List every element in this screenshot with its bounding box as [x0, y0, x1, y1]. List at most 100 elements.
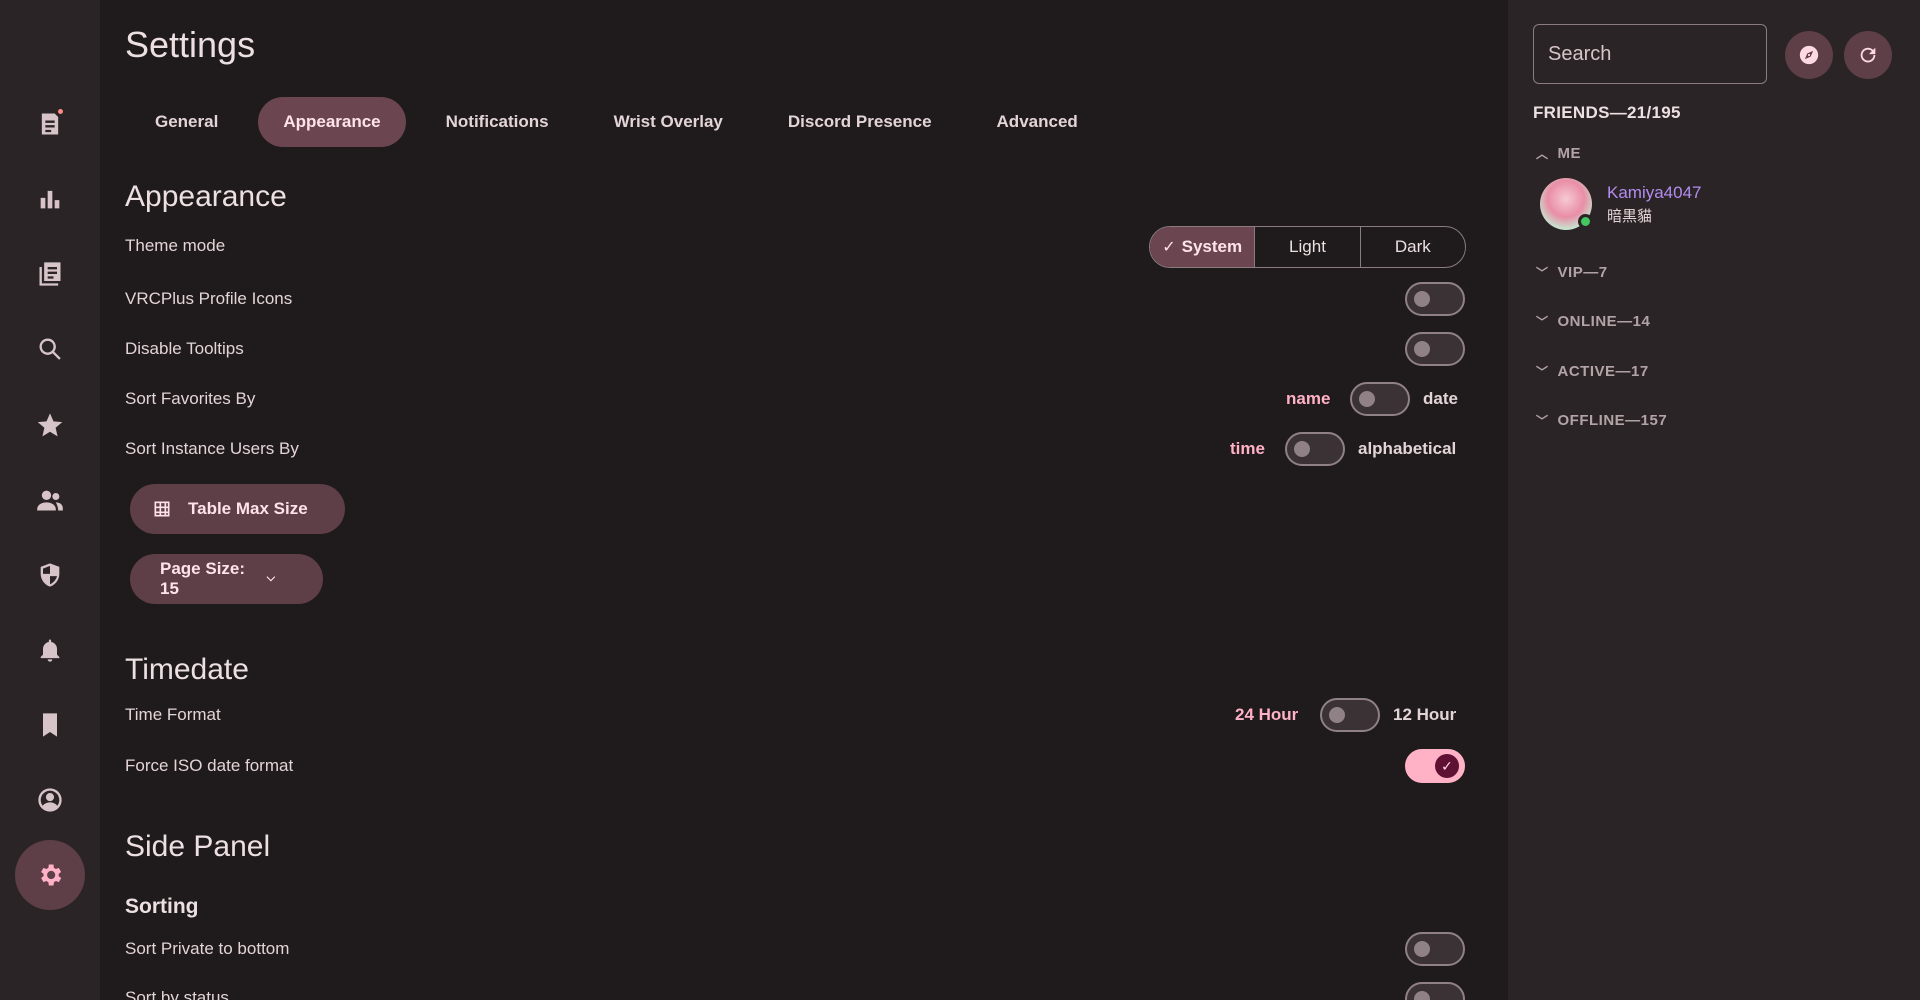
online-status-dot — [1578, 214, 1593, 229]
refresh-icon — [1860, 47, 1876, 63]
sort-instance-users-label: Sort Instance Users By — [125, 439, 299, 458]
group-active[interactable]: ﹀ ACTIVE—17 — [1536, 363, 1649, 380]
theme-option-dark[interactable]: Dark — [1361, 227, 1465, 267]
switch-knob — [1329, 707, 1345, 723]
sort-favorites-option-date: date — [1423, 389, 1458, 408]
friends-count-header: FRIENDS—21/195 — [1533, 103, 1681, 122]
app-window: Settings General Appearance Notification… — [0, 0, 1920, 1000]
sort-favorites-option-name: name — [1286, 389, 1331, 408]
shield-icon — [40, 563, 60, 587]
tab-wrist-overlay[interactable]: Wrist Overlay — [589, 97, 748, 147]
switch-knob — [1414, 991, 1430, 1000]
sort-instance-option-time: time — [1230, 439, 1265, 458]
nav-feed[interactable] — [15, 89, 85, 159]
chevron-down-icon — [266, 576, 276, 582]
disable-tooltips-label: Disable Tooltips — [125, 339, 244, 358]
group-online[interactable]: ﹀ ONLINE—14 — [1536, 313, 1650, 330]
sort-by-status-label: Sort by status — [125, 988, 229, 1000]
sort-by-status-switch[interactable] — [1405, 982, 1465, 1000]
friend-status-text: 暗黒貓 — [1607, 207, 1653, 225]
star-icon — [37, 413, 63, 437]
force-iso-label: Force ISO date format — [125, 756, 294, 775]
table-max-size-button[interactable]: Table Max Size — [130, 484, 345, 534]
theme-mode-segmented: ✓ System Light Dark — [1149, 226, 1466, 268]
bell-icon — [40, 639, 60, 662]
appearance-heading: Appearance — [125, 180, 287, 213]
friends-panel: FRIENDS—21/195 ︿ ME Kamiya4047 暗黒貓 ﹀ VIP… — [1508, 0, 1920, 1000]
sort-private-bottom-switch[interactable] — [1405, 932, 1465, 966]
nav-favorites[interactable] — [15, 390, 85, 460]
group-me-label: ME — [1557, 145, 1582, 162]
sort-instance-users-switch[interactable] — [1285, 432, 1345, 466]
switch-knob: ✓ — [1435, 754, 1459, 778]
force-iso-switch[interactable]: ✓ — [1405, 749, 1465, 783]
settings-tabs: General Appearance Notifications Wrist O… — [130, 97, 1118, 147]
tab-discord-presence[interactable]: Discord Presence — [763, 97, 957, 147]
time-format-option-12: 12 Hour — [1393, 705, 1457, 724]
vrcplus-icons-label: VRCPlus Profile Icons — [125, 289, 293, 308]
theme-option-system[interactable]: ✓ System — [1150, 227, 1256, 267]
table-max-size-label: Table Max Size — [188, 499, 308, 518]
disable-tooltips-switch[interactable] — [1405, 332, 1465, 366]
group-active-label: ACTIVE—17 — [1557, 363, 1649, 380]
table-icon — [154, 501, 170, 517]
theme-option-system-label: System — [1181, 237, 1243, 256]
gamelog-icon — [39, 262, 61, 286]
side-panel-heading: Side Panel — [125, 830, 271, 863]
nav-friends[interactable] — [15, 465, 85, 535]
time-format-option-24: 24 Hour — [1235, 705, 1299, 724]
sort-favorites-switch[interactable] — [1350, 382, 1410, 416]
nav-charts[interactable] — [15, 164, 85, 234]
check-icon: ✓ — [1441, 758, 1453, 774]
sorting-subheading: Sorting — [125, 895, 199, 918]
time-format-label: Time Format — [125, 705, 221, 724]
switch-knob — [1414, 341, 1430, 357]
search-icon — [39, 338, 61, 360]
friend-item-me[interactable]: Kamiya4047 暗黒貓 — [1540, 178, 1702, 230]
time-format-switch[interactable] — [1320, 698, 1380, 732]
check-icon: ✓ — [1162, 239, 1176, 256]
theme-option-light[interactable]: Light — [1255, 227, 1361, 267]
tab-appearance[interactable]: Appearance — [258, 97, 406, 147]
theme-mode-label: Theme mode — [125, 236, 226, 255]
page-size-label: Page Size: 15 — [160, 559, 246, 598]
group-offline[interactable]: ﹀ OFFLINE—157 — [1536, 412, 1667, 429]
nav-rail — [0, 0, 100, 1000]
chevron-down-icon: ﹀ — [1536, 315, 1549, 329]
notification-dot — [56, 107, 65, 116]
group-online-label: ONLINE—14 — [1557, 313, 1651, 330]
compass-icon — [1799, 45, 1819, 65]
gear-icon — [41, 864, 62, 886]
sort-favorites-label: Sort Favorites By — [125, 389, 256, 408]
tab-advanced[interactable]: Advanced — [972, 97, 1103, 147]
nav-moderation[interactable] — [15, 540, 85, 610]
chevron-down-icon: ﹀ — [1536, 266, 1549, 280]
group-me[interactable]: ︿ ME — [1536, 145, 1581, 162]
switch-knob — [1414, 291, 1430, 307]
sort-private-bottom-label: Sort Private to bottom — [125, 939, 290, 958]
nav-bookmarks[interactable] — [15, 690, 85, 760]
vrcplus-icons-switch[interactable] — [1405, 282, 1465, 316]
friends-search-input[interactable] — [1533, 24, 1767, 84]
chevron-up-icon: ︿ — [1536, 147, 1549, 161]
nav-search[interactable] — [15, 314, 85, 384]
settings-main: Settings General Appearance Notification… — [100, 0, 1508, 1000]
chevron-down-icon: ﹀ — [1536, 414, 1549, 428]
nav-settings[interactable] — [15, 840, 85, 910]
sort-instance-option-alphabetical: alphabetical — [1358, 439, 1457, 458]
profile-icon — [38, 788, 62, 812]
nav-profile[interactable] — [15, 765, 85, 835]
group-vip[interactable]: ﹀ VIP—7 — [1536, 264, 1608, 281]
tab-general[interactable]: General — [130, 97, 243, 147]
switch-knob — [1294, 441, 1310, 457]
group-offline-label: OFFLINE—157 — [1557, 412, 1668, 429]
avatar — [1540, 178, 1593, 230]
page-size-dropdown[interactable]: Page Size: 15 — [130, 554, 323, 604]
explore-button[interactable] — [1785, 31, 1833, 79]
refresh-button[interactable] — [1844, 31, 1892, 79]
nav-notifications[interactable] — [15, 615, 85, 685]
nav-gamelog[interactable] — [15, 239, 85, 309]
tab-notifications[interactable]: Notifications — [421, 97, 574, 147]
page-title: Settings — [125, 24, 256, 65]
chart-icon — [40, 190, 60, 209]
